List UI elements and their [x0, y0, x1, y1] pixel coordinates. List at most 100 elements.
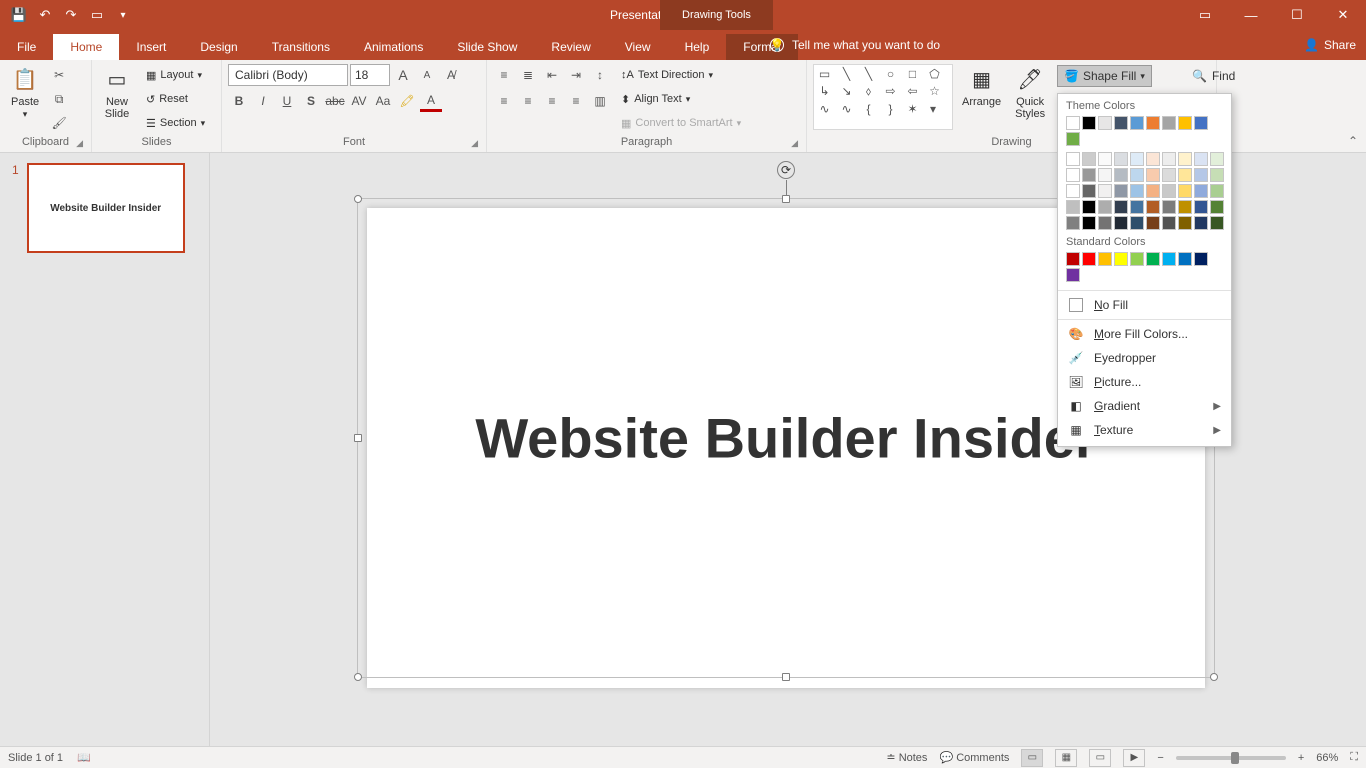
- color-swatch[interactable]: [1162, 152, 1176, 166]
- color-swatch[interactable]: [1194, 252, 1208, 266]
- arrange-button[interactable]: ▦ Arrange: [957, 64, 1006, 110]
- color-swatch[interactable]: [1098, 184, 1112, 198]
- eyedropper-item[interactable]: 💉 Eyedropper: [1058, 346, 1231, 370]
- paste-button[interactable]: 📋 Paste ▾: [6, 64, 44, 122]
- color-swatch[interactable]: [1146, 184, 1160, 198]
- color-swatch[interactable]: [1146, 152, 1160, 166]
- find-button[interactable]: 🔍 Find: [1184, 65, 1243, 87]
- color-swatch[interactable]: [1098, 116, 1112, 130]
- color-swatch[interactable]: [1114, 116, 1128, 130]
- fit-to-window-icon[interactable]: ⛶: [1350, 751, 1358, 764]
- comments-button[interactable]: 💬 Comments: [939, 751, 1009, 764]
- undo-icon[interactable]: ↶: [36, 6, 54, 24]
- color-swatch[interactable]: [1130, 216, 1144, 230]
- color-swatch[interactable]: [1178, 168, 1192, 182]
- color-swatch[interactable]: [1194, 200, 1208, 214]
- increase-font-icon[interactable]: A: [392, 64, 414, 86]
- qat-customize-icon[interactable]: ▾: [114, 6, 132, 24]
- color-swatch[interactable]: [1098, 200, 1112, 214]
- color-swatch[interactable]: [1130, 200, 1144, 214]
- color-swatch[interactable]: [1162, 116, 1176, 130]
- color-swatch[interactable]: [1178, 216, 1192, 230]
- texture-item[interactable]: ▦ Texture ▶: [1058, 418, 1231, 442]
- color-swatch[interactable]: [1178, 116, 1192, 130]
- underline-button[interactable]: U: [276, 90, 298, 112]
- color-swatch[interactable]: [1066, 132, 1080, 146]
- line-spacing-button[interactable]: ↕: [589, 64, 611, 86]
- color-swatch[interactable]: [1130, 168, 1144, 182]
- zoom-slider[interactable]: [1176, 756, 1286, 760]
- color-swatch[interactable]: [1210, 216, 1224, 230]
- layout-button[interactable]: ▦Layout▾: [140, 64, 211, 86]
- resize-handle[interactable]: [354, 195, 362, 203]
- bullets-button[interactable]: ≡: [493, 64, 515, 86]
- align-right-button[interactable]: ≡: [541, 90, 563, 112]
- color-swatch[interactable]: [1194, 184, 1208, 198]
- gradient-item[interactable]: ◧ Gradient ▶: [1058, 394, 1231, 418]
- color-swatch[interactable]: [1130, 152, 1144, 166]
- color-swatch[interactable]: [1210, 200, 1224, 214]
- color-swatch[interactable]: [1130, 184, 1144, 198]
- zoom-in-icon[interactable]: +: [1298, 752, 1304, 764]
- slideshow-view-icon[interactable]: ▶: [1123, 749, 1145, 767]
- new-slide-button[interactable]: ▭ New Slide: [98, 64, 136, 122]
- color-swatch[interactable]: [1082, 168, 1096, 182]
- tab-view[interactable]: View: [608, 34, 668, 60]
- color-swatch[interactable]: [1114, 152, 1128, 166]
- color-swatch[interactable]: [1082, 200, 1096, 214]
- color-swatch[interactable]: [1114, 168, 1128, 182]
- color-swatch[interactable]: [1178, 184, 1192, 198]
- color-swatch[interactable]: [1066, 200, 1080, 214]
- decrease-indent-button[interactable]: ⇤: [541, 64, 563, 86]
- tab-review[interactable]: Review: [534, 34, 607, 60]
- copy-icon[interactable]: ⧉: [48, 88, 70, 110]
- format-painter-icon[interactable]: 🖌: [48, 112, 70, 134]
- close-button[interactable]: ✕: [1320, 0, 1366, 30]
- justify-button[interactable]: ≡: [565, 90, 587, 112]
- color-swatch[interactable]: [1210, 152, 1224, 166]
- redo-icon[interactable]: ↷: [62, 6, 80, 24]
- color-swatch[interactable]: [1066, 216, 1080, 230]
- resize-handle[interactable]: [354, 434, 362, 442]
- highlight-button[interactable]: 🖍: [396, 90, 418, 112]
- color-swatch[interactable]: [1098, 216, 1112, 230]
- slide-thumbnail-1[interactable]: Website Builder Insider: [27, 163, 185, 253]
- reading-view-icon[interactable]: ▭: [1089, 749, 1111, 767]
- save-icon[interactable]: 💾: [10, 6, 28, 24]
- tab-slideshow[interactable]: Slide Show: [440, 34, 534, 60]
- char-spacing-button[interactable]: AV: [348, 90, 370, 112]
- collapse-ribbon-icon[interactable]: ⌃: [1348, 134, 1358, 148]
- color-swatch[interactable]: [1162, 200, 1176, 214]
- resize-handle[interactable]: [782, 195, 790, 203]
- resize-handle[interactable]: [782, 673, 790, 681]
- bold-button[interactable]: B: [228, 90, 250, 112]
- color-swatch[interactable]: [1082, 116, 1096, 130]
- cut-icon[interactable]: ✂: [48, 64, 70, 86]
- resize-handle[interactable]: [1210, 673, 1218, 681]
- color-swatch[interactable]: [1130, 252, 1144, 266]
- color-swatch[interactable]: [1210, 184, 1224, 198]
- color-swatch[interactable]: [1146, 252, 1160, 266]
- color-swatch[interactable]: [1098, 168, 1112, 182]
- color-swatch[interactable]: [1194, 116, 1208, 130]
- color-swatch[interactable]: [1194, 168, 1208, 182]
- color-swatch[interactable]: [1130, 116, 1144, 130]
- start-from-beginning-icon[interactable]: ▭: [88, 6, 106, 24]
- color-swatch[interactable]: [1066, 252, 1080, 266]
- color-swatch[interactable]: [1194, 216, 1208, 230]
- notes-button[interactable]: ≐ Notes: [886, 751, 927, 764]
- color-swatch[interactable]: [1114, 216, 1128, 230]
- maximize-button[interactable]: ☐: [1274, 0, 1320, 30]
- color-swatch[interactable]: [1178, 252, 1192, 266]
- shape-fill-button[interactable]: 🪣 Shape Fill ▾: [1057, 65, 1152, 87]
- share-button[interactable]: 👤 Share: [1304, 30, 1356, 60]
- color-swatch[interactable]: [1146, 168, 1160, 182]
- more-colors-item[interactable]: 🎨 More Fill Colors...: [1058, 322, 1231, 346]
- numbering-button[interactable]: ≣: [517, 64, 539, 86]
- change-case-button[interactable]: Aa: [372, 90, 394, 112]
- color-swatch[interactable]: [1066, 268, 1080, 282]
- color-swatch[interactable]: [1194, 152, 1208, 166]
- dialog-launcher-icon[interactable]: ◢: [791, 138, 798, 149]
- tab-design[interactable]: Design: [183, 34, 254, 60]
- shapes-gallery[interactable]: ▭╲╲○□⬠ ↳↘⬨⇨⇦☆ ∿∿{}✶▾: [813, 64, 953, 130]
